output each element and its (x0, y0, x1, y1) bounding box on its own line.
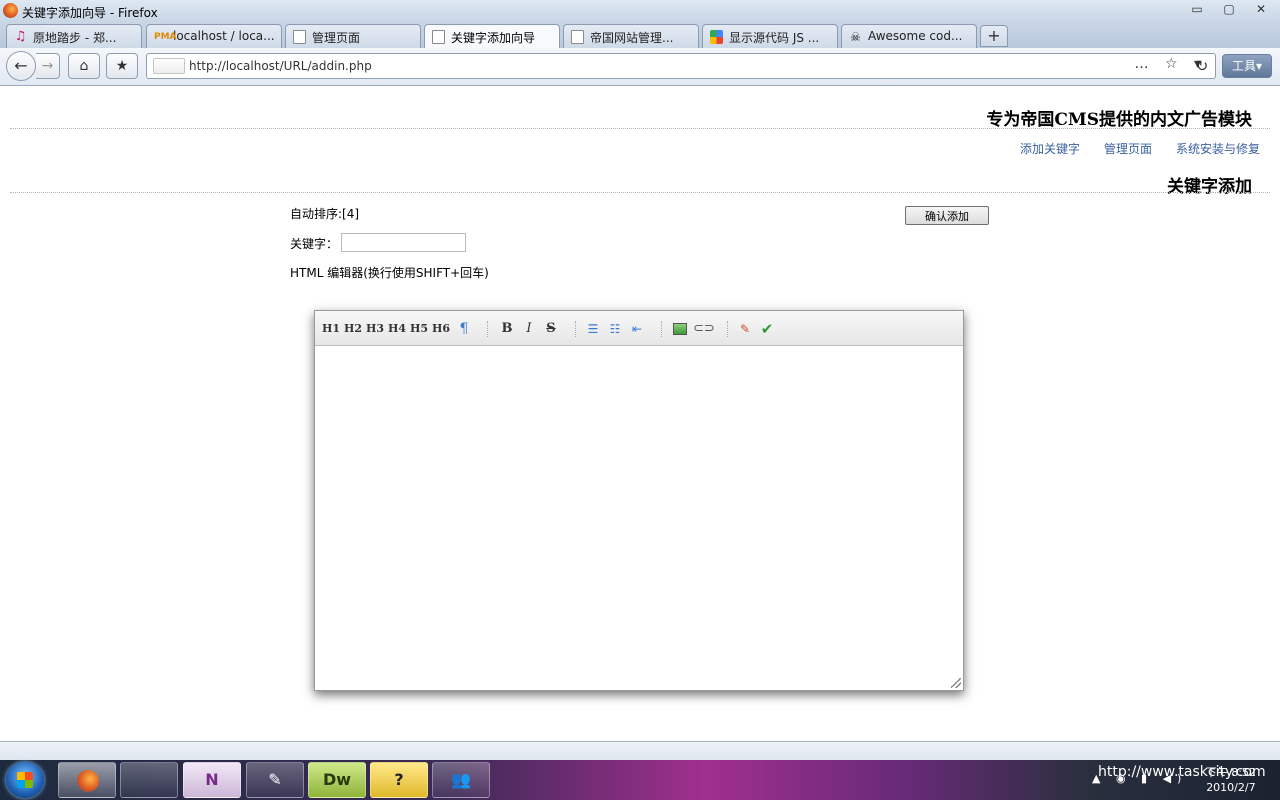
editor-toolbar: H1 H2 H3 H4 H5 H6 ¶ B I S ☰ ☷ ⇤ ⊂⊃ ✎ ✔ (315, 311, 963, 346)
outdent-icon[interactable]: ⇤ (629, 320, 645, 338)
section-title: 关键字添加 (1167, 177, 1252, 197)
url-input[interactable] (189, 57, 1089, 75)
tab-label: 关键字添加向导 (451, 31, 536, 45)
taskbar-onenote-icon[interactable]: N (183, 762, 241, 798)
windows-taskbar: N ✎ Dw ? 👥 ▲ ◉ ▮ ◀) 下午 8:52 2010/2/7 (0, 760, 1280, 800)
confirm-add-button[interactable]: 确认添加 (905, 206, 989, 225)
taskbar-dreamweaver-icon[interactable]: Dw (308, 762, 366, 798)
tab-empire-cms[interactable]: 帝国网站管理... (563, 24, 699, 48)
heading6-button[interactable]: H6 (431, 320, 451, 338)
heading2-button[interactable]: H2 (343, 320, 363, 338)
keyword-label: 关键字： (290, 237, 339, 251)
page-content: 专为帝国CMS提供的内文广告模块 添加关键字 管理页面 系统安装与修复 关键字添… (0, 87, 1280, 741)
toolbar-separator (727, 321, 728, 337)
bold-button[interactable]: B (499, 320, 515, 338)
navigation-toolbar: ← → ⌂ ★ … ☆ ▾ ↻ 工具▾ (0, 48, 1280, 86)
tab-strip: ♫ 原地踏步 - 郑... PMA localhost / loca... 管理… (0, 22, 1280, 49)
taskbar-notepad-icon[interactable]: ✎ (246, 762, 304, 798)
strikethrough-button[interactable]: S (543, 320, 559, 338)
home-button[interactable]: ⌂ (68, 53, 100, 79)
watermark-text: http://www.taskcity.com (1098, 764, 1266, 780)
manage-page-link[interactable]: 管理页面 (1104, 140, 1152, 157)
browser-status-bar (0, 741, 1280, 760)
toolbar-separator (575, 321, 576, 337)
minimize-button[interactable]: ▭ (1182, 0, 1212, 18)
html-editor: H1 H2 H3 H4 H5 H6 ¶ B I S ☰ ☷ ⇤ ⊂⊃ ✎ ✔ (314, 310, 964, 691)
skull-icon: ☠ (850, 30, 861, 44)
taskbar-users-icon[interactable]: 👥 (432, 762, 490, 798)
check-icon[interactable]: ✔ (759, 320, 775, 338)
resize-grip-icon[interactable] (951, 678, 961, 688)
editor-content-area[interactable] (315, 347, 963, 690)
divider (10, 128, 1270, 129)
keyword-input[interactable] (341, 233, 466, 252)
close-button[interactable]: ✕ (1246, 0, 1276, 18)
google-icon (710, 30, 723, 44)
firefox-icon (3, 3, 18, 18)
tab-label: localhost / loca... (173, 29, 275, 43)
maximize-button[interactable]: ▢ (1214, 0, 1244, 18)
italic-button[interactable]: I (521, 320, 537, 338)
tab-awesome-code[interactable]: ☠ Awesome cod... (841, 24, 977, 48)
music-note-icon: ♫ (14, 29, 27, 44)
install-repair-link[interactable]: 系统安装与修复 (1176, 140, 1260, 157)
taskbar-explorer-icon[interactable] (120, 762, 178, 798)
paragraph-icon[interactable]: ¶ (457, 320, 471, 338)
tab-phpmyadmin[interactable]: PMA localhost / loca... (146, 24, 282, 48)
auto-sort-label: 自动排序:[4] (290, 207, 360, 221)
back-button[interactable]: ← (6, 51, 36, 81)
clock-date: 2010/2/7 (1206, 781, 1256, 794)
window-controls: ▭ ▢ ✕ (1180, 0, 1276, 18)
tab-label: 原地踏步 - 郑... (33, 31, 117, 45)
insert-link-icon[interactable]: ⊂⊃ (693, 320, 715, 338)
window-title: 关键字添加向导 - Firefox (22, 6, 158, 20)
reload-button[interactable]: ↻ (1190, 55, 1214, 77)
divider (10, 192, 1270, 193)
tab-label: 显示源代码 JS ... (729, 31, 820, 45)
url-bar[interactable]: … ☆ ▾ (146, 53, 1216, 79)
tools-menu-button[interactable]: 工具▾ (1222, 54, 1272, 78)
tab-keyword-wizard[interactable]: 关键字添加向导 (424, 24, 560, 49)
page-nav-links: 添加关键字 管理页面 系统安装与修复 (1020, 140, 1260, 157)
tab-label: 帝国网站管理... (590, 31, 674, 45)
page-icon (432, 30, 445, 44)
tab-music[interactable]: ♫ 原地踏步 - 郑... (6, 24, 142, 48)
firefox-icon (77, 770, 99, 792)
start-button[interactable] (6, 762, 44, 798)
tab-label: Awesome cod... (868, 29, 963, 43)
tab-label: 管理页面 (312, 31, 361, 45)
bookmark-star-button[interactable]: ★ (106, 53, 138, 79)
insert-image-icon[interactable] (673, 323, 687, 335)
pma-icon: PMA (154, 32, 177, 42)
page-icon (571, 30, 584, 44)
toolbar-separator (661, 321, 662, 337)
heading5-button[interactable]: H5 (409, 320, 429, 338)
taskbar-help-icon[interactable]: ? (370, 762, 428, 798)
html-editor-label: HTML 编辑器(换行使用SHIFT+回车) (290, 266, 489, 280)
heading4-button[interactable]: H4 (387, 320, 407, 338)
toolbar-separator (487, 321, 488, 337)
bullet-list-icon[interactable]: ☰ (585, 320, 601, 338)
tab-admin-page[interactable]: 管理页面 (285, 24, 421, 48)
page-icon (293, 30, 306, 44)
tab-view-source[interactable]: 显示源代码 JS ... (702, 24, 838, 48)
site-brand-title: 专为帝国CMS提供的内文广告模块 (986, 110, 1252, 130)
heading3-button[interactable]: H3 (365, 320, 385, 338)
taskbar-firefox-icon[interactable] (58, 762, 116, 798)
new-tab-button[interactable]: + (980, 25, 1008, 47)
numbered-list-icon[interactable]: ☷ (607, 320, 623, 338)
add-keyword-link[interactable]: 添加关键字 (1020, 140, 1080, 157)
heading1-button[interactable]: H1 (321, 320, 341, 338)
window-titlebar: 关键字添加向导 - Firefox ▭ ▢ ✕ (0, 0, 1280, 22)
site-identity-icon[interactable] (153, 58, 185, 74)
forward-button[interactable]: → (36, 53, 60, 79)
view-source-icon[interactable]: ✎ (737, 320, 753, 338)
